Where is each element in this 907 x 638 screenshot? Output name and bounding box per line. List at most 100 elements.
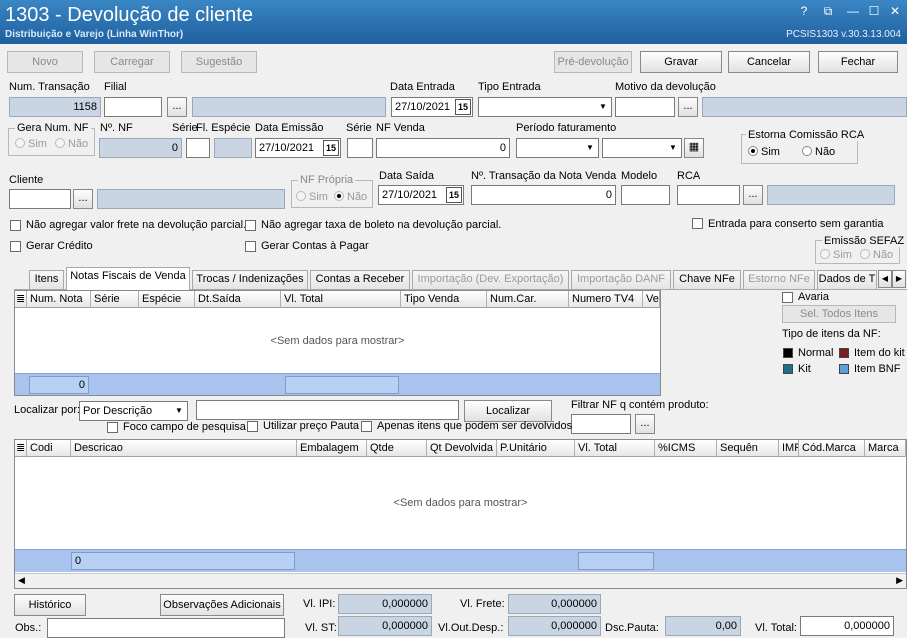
nf-venda-input[interactable]: 0	[376, 138, 510, 158]
itens-grid[interactable]: ≣ Codi Descricao Embalagem Qtde Qt Devol…	[14, 439, 907, 589]
tab-notas-fiscais[interactable]: Notas Fiscais de Venda	[66, 267, 190, 290]
tab-contas-receber[interactable]: Contas a Receber	[310, 270, 410, 289]
num-transacao-nf-input[interactable]: 0	[471, 185, 616, 205]
tab-scroll-right-icon[interactable]: ▶	[892, 270, 906, 288]
chk-boleto[interactable]	[245, 220, 256, 231]
minimize-icon[interactable]: —	[845, 4, 861, 18]
periodo-fim-select[interactable]: ▼	[602, 138, 682, 158]
col-icms[interactable]: %ICMS	[655, 440, 717, 457]
maximize-icon[interactable]: ☐	[866, 4, 882, 18]
horizontal-scrollbar[interactable]: ◀ ▶	[15, 573, 906, 588]
cancelar-button[interactable]: Cancelar	[728, 51, 810, 73]
grid-menu-icon[interactable]: ≣	[15, 291, 27, 308]
serie-input[interactable]	[347, 138, 373, 158]
cliente-search-button[interactable]: ...	[73, 189, 93, 209]
tab-scroll-left-icon[interactable]: ◀	[878, 270, 892, 288]
col-numero-tv4[interactable]: Numero TV4	[569, 291, 643, 308]
tab-chave-nfe[interactable]: Chave NFe	[673, 270, 741, 289]
estorna-nao-radio[interactable]: Não	[802, 146, 835, 158]
chk-foco[interactable]	[107, 422, 118, 433]
col-sequencia[interactable]: Sequên	[717, 440, 779, 457]
grid-menu-icon[interactable]: ≣	[15, 440, 27, 457]
col-qt-devolvida[interactable]: Qt Devolvida	[427, 440, 497, 457]
col-vl-total[interactable]: Vl. Total	[281, 291, 401, 308]
col-marca[interactable]: Marca	[865, 440, 906, 457]
modelo-input[interactable]	[621, 185, 670, 205]
sugestao-button[interactable]: Sugestão	[181, 51, 257, 73]
sel-todos-itens-button[interactable]: Sel. Todos Itens	[782, 305, 896, 323]
observacoes-adicionais-button[interactable]: Observações Adicionais	[160, 594, 284, 616]
motivo-input[interactable]	[615, 97, 675, 117]
sefaz-sim-radio[interactable]: Sim	[820, 249, 852, 261]
scroll-right-icon[interactable]: ▶	[896, 575, 903, 586]
gera-nao-radio[interactable]: Não	[55, 138, 88, 150]
chk-credito[interactable]	[10, 241, 21, 252]
data-emissao-input[interactable]: 27/10/2021 15	[255, 138, 341, 158]
historico-button[interactable]: Histórico	[14, 594, 86, 616]
col-ver[interactable]: Ver	[643, 291, 660, 308]
search-input[interactable]	[196, 400, 459, 420]
periodo-inicio-select[interactable]: ▼	[516, 138, 599, 158]
tab-itens[interactable]: Itens	[29, 270, 64, 289]
col-cod-marca[interactable]: Cód.Marca	[799, 440, 865, 457]
tab-importacao-danf[interactable]: Importação DANF	[571, 270, 671, 289]
col-p-unitario[interactable]: P.Unitário	[497, 440, 575, 457]
col-vl-total[interactable]: Vl. Total	[575, 440, 655, 457]
obs-input[interactable]	[47, 618, 285, 638]
restore-icon[interactable]: ⧉	[820, 4, 836, 19]
cliente-input[interactable]	[9, 189, 71, 209]
tab-importacao-exportacao[interactable]: Importação (Dev. Exportação)	[412, 270, 569, 289]
scroll-left-icon[interactable]: ◀	[18, 575, 25, 586]
nf-propria-sim-radio[interactable]: Sim	[296, 191, 328, 203]
col-dt-saida[interactable]: Dt.Saída	[195, 291, 281, 308]
localizar-button[interactable]: Localizar	[464, 400, 552, 422]
carregar-button[interactable]: Carregar	[94, 51, 170, 73]
data-entrada-input[interactable]: 27/10/2021 15	[391, 97, 473, 117]
nf-propria-nao-radio[interactable]: Não	[334, 191, 367, 203]
chk-contas[interactable]	[245, 241, 256, 252]
serie-fl-input[interactable]	[186, 138, 210, 158]
col-codigo[interactable]: Codi	[27, 440, 71, 457]
data-saida-input[interactable]: 27/10/2021 15	[378, 185, 464, 205]
filial-search-button[interactable]: ...	[167, 97, 187, 117]
filial-input[interactable]	[104, 97, 162, 117]
calendar-icon[interactable]: 15	[455, 99, 471, 115]
fechar-button[interactable]: Fechar	[818, 51, 898, 73]
chk-conserto[interactable]	[692, 218, 703, 229]
help-icon[interactable]: ?	[796, 4, 812, 18]
tipo-entrada-select[interactable]: ▼	[478, 97, 612, 117]
chk-frete[interactable]	[10, 220, 21, 231]
col-especie[interactable]: Espécie	[139, 291, 195, 308]
col-num-car[interactable]: Num.Car.	[487, 291, 569, 308]
filtrar-nf-input[interactable]	[571, 414, 631, 434]
chk-preco-pauta[interactable]	[247, 421, 258, 432]
col-embalagem[interactable]: Embalagem	[297, 440, 367, 457]
col-descricao[interactable]: Descricao	[71, 440, 297, 457]
close-icon[interactable]: ✕	[887, 4, 903, 18]
tab-dados[interactable]: Dados de T	[817, 270, 877, 289]
col-serie[interactable]: Série	[91, 291, 139, 308]
chk-avaria[interactable]	[782, 292, 793, 303]
tab-estorno-nfe[interactable]: Estorno NFe	[743, 270, 815, 289]
chk-apenas[interactable]	[361, 421, 372, 432]
gera-sim-radio[interactable]: Sim	[15, 138, 47, 150]
col-tipo-venda[interactable]: Tipo Venda	[401, 291, 487, 308]
col-imf[interactable]: IMF	[779, 440, 799, 457]
periodo-calendar-button[interactable]: ▦	[684, 138, 704, 158]
rca-input[interactable]	[677, 185, 740, 205]
novo-button[interactable]: Novo	[7, 51, 83, 73]
notas-fiscais-grid[interactable]: ≣ Num. Nota Série Espécie Dt.Saída Vl. T…	[14, 290, 661, 396]
estorna-sim-radio[interactable]: Sim	[748, 146, 780, 158]
motivo-search-button[interactable]: ...	[678, 97, 698, 117]
col-num-nota[interactable]: Num. Nota	[27, 291, 91, 308]
calendar-icon[interactable]: 15	[323, 140, 339, 156]
gravar-button[interactable]: Gravar	[640, 51, 722, 73]
filtrar-nf-search-button[interactable]: ...	[635, 414, 655, 434]
tab-trocas[interactable]: Trocas / Indenizações	[192, 270, 308, 289]
sefaz-nao-radio[interactable]: Não	[860, 249, 893, 261]
rca-search-button[interactable]: ...	[743, 185, 763, 205]
localizar-por-select[interactable]: Por Descrição ▼	[79, 401, 188, 421]
pre-devolucao-button[interactable]: Pré-devolução	[554, 51, 632, 73]
calendar-icon[interactable]: 15	[446, 187, 462, 203]
col-qtde[interactable]: Qtde	[367, 440, 427, 457]
